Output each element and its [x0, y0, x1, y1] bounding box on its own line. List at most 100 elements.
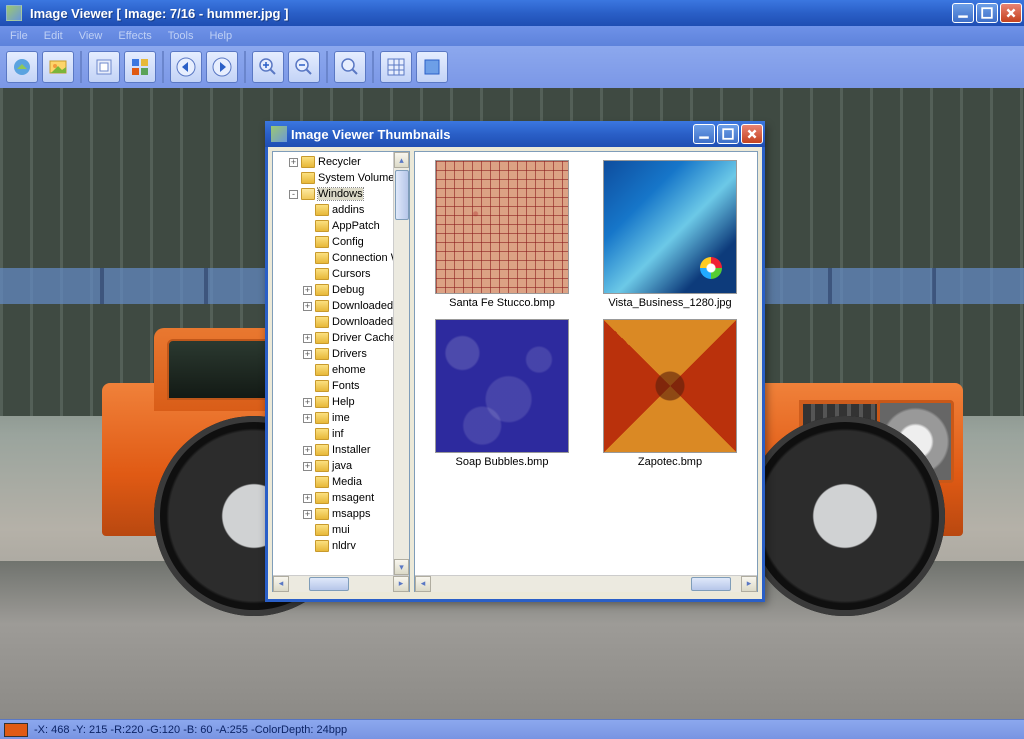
tree-item[interactable]: +Downloaded Installations [275, 298, 391, 314]
thumbs-horizontal-scrollbar[interactable]: ◂ ▸ [415, 575, 757, 591]
zoom-out-button[interactable] [288, 51, 320, 83]
menu-tools[interactable]: Tools [162, 28, 200, 44]
expand-icon[interactable]: + [303, 286, 312, 295]
folder-icon [315, 380, 329, 392]
scroll-right-icon[interactable]: ▸ [741, 576, 757, 592]
tree-item-label: Downloaded Program Files [332, 316, 393, 328]
tree-item[interactable]: +Drivers [275, 346, 391, 362]
folder-icon [315, 348, 329, 360]
menu-bar: File Edit View Effects Tools Help [0, 26, 1024, 46]
menu-view[interactable]: View [73, 28, 109, 44]
fullscreen-button[interactable] [416, 51, 448, 83]
expand-icon[interactable]: + [303, 510, 312, 519]
scroll-down-icon[interactable]: ▾ [394, 559, 409, 575]
expand-icon[interactable]: + [303, 462, 312, 471]
main-title-bar: Image Viewer [ Image: 7/16 - hummer.jpg … [0, 0, 1024, 26]
minimize-button[interactable] [952, 3, 974, 23]
tree-item[interactable]: AppPatch [275, 218, 391, 234]
zoom-in-button[interactable] [252, 51, 284, 83]
arrow-left-icon [176, 57, 196, 77]
tree-item-label: Config [332, 236, 364, 248]
scroll-right-icon[interactable]: ▸ [393, 576, 409, 592]
tree-item[interactable]: addins [275, 202, 391, 218]
expand-icon[interactable]: + [303, 334, 312, 343]
thumbnails-panel: Santa Fe Stucco.bmpVista_Business_1280.j… [414, 151, 758, 592]
thumbnails-close-button[interactable] [741, 124, 763, 144]
open-button[interactable] [6, 51, 38, 83]
folder-icon [315, 236, 329, 248]
tree-item[interactable]: +ime [275, 410, 391, 426]
thumbnails-grid[interactable]: Santa Fe Stucco.bmpVista_Business_1280.j… [415, 152, 757, 575]
next-button[interactable] [206, 51, 238, 83]
tree-item[interactable]: nldrv [275, 538, 391, 554]
scroll-thumb[interactable] [395, 170, 409, 220]
image-viewport[interactable]: Image Viewer Thumbnails +RecyclerSystem … [0, 88, 1024, 719]
menu-effects[interactable]: Effects [112, 28, 157, 44]
tree-item[interactable]: Media [275, 474, 391, 490]
folder-icon [315, 476, 329, 488]
tree-item[interactable]: +msagent [275, 490, 391, 506]
maximize-button[interactable] [976, 3, 998, 23]
tree-item-label: Cursors [332, 268, 371, 280]
prev-button[interactable] [170, 51, 202, 83]
tree-item[interactable]: +Driver Cache [275, 330, 391, 346]
expand-icon[interactable]: + [303, 302, 312, 311]
zoom-reset-button[interactable] [334, 51, 366, 83]
magnifier-icon [340, 57, 360, 77]
folder-tree[interactable]: +RecyclerSystem Volume Information-Windo… [273, 152, 393, 575]
tree-item[interactable]: inf [275, 426, 391, 442]
expand-icon[interactable]: + [303, 494, 312, 503]
expand-icon[interactable]: + [303, 350, 312, 359]
tree-item[interactable]: +Recycler [275, 154, 391, 170]
collapse-icon[interactable]: - [289, 190, 298, 199]
scroll-up-icon[interactable]: ▴ [394, 152, 409, 168]
app-icon [6, 5, 22, 21]
tree-item[interactable]: Connection Wizard [275, 250, 391, 266]
expand-icon[interactable]: + [303, 414, 312, 423]
expand-icon[interactable]: + [303, 446, 312, 455]
window-title: Image Viewer [ Image: 7/16 - hummer.jpg … [26, 6, 952, 21]
scroll-left-icon[interactable]: ◂ [273, 576, 289, 592]
tree-item[interactable]: Downloaded Program Files [275, 314, 391, 330]
tree-item[interactable]: ehome [275, 362, 391, 378]
zoom-out-icon [294, 57, 314, 77]
pictures-button[interactable] [42, 51, 74, 83]
grid-view-button[interactable] [380, 51, 412, 83]
thumbnail-item[interactable]: Soap Bubbles.bmp [423, 319, 581, 468]
expand-icon[interactable]: + [289, 158, 298, 167]
tree-item[interactable]: System Volume Information [275, 170, 391, 186]
tree-item[interactable]: -Windows [275, 186, 391, 202]
folder-icon [315, 364, 329, 376]
menu-help[interactable]: Help [203, 28, 238, 44]
thumbnail-item[interactable]: Zapotec.bmp [591, 319, 749, 468]
menu-edit[interactable]: Edit [38, 28, 69, 44]
scroll-thumb[interactable] [309, 577, 349, 591]
status-bar: -X: 468 -Y: 215 -R:220 -G:120 -B: 60 -A:… [0, 719, 1024, 739]
tree-item[interactable]: Config [275, 234, 391, 250]
thumbnails-title-bar[interactable]: Image Viewer Thumbnails [265, 121, 765, 147]
thumbnail-item[interactable]: Santa Fe Stucco.bmp [423, 160, 581, 309]
thumbnail-item[interactable]: Vista_Business_1280.jpg [591, 160, 749, 309]
menu-file[interactable]: File [4, 28, 34, 44]
tree-item[interactable]: Fonts [275, 378, 391, 394]
tree-item[interactable]: +Help [275, 394, 391, 410]
thumbnails-maximize-button[interactable] [717, 124, 739, 144]
scroll-thumb[interactable] [691, 577, 731, 591]
tree-item[interactable]: mui [275, 522, 391, 538]
tree-vertical-scrollbar[interactable]: ▴ ▾ [393, 152, 409, 575]
thumbnails-button[interactable] [124, 51, 156, 83]
thumbnails-minimize-button[interactable] [693, 124, 715, 144]
close-button[interactable] [1000, 3, 1022, 23]
tree-item[interactable]: +Installer [275, 442, 391, 458]
folder-icon [315, 332, 329, 344]
expand-icon[interactable]: + [303, 398, 312, 407]
tree-spacer [303, 542, 312, 551]
scroll-left-icon[interactable]: ◂ [415, 576, 431, 592]
fit-button[interactable] [88, 51, 120, 83]
tree-item[interactable]: +Debug [275, 282, 391, 298]
tree-item[interactable]: +msapps [275, 506, 391, 522]
tree-horizontal-scrollbar[interactable]: ◂ ▸ [273, 575, 409, 591]
tree-item[interactable]: Cursors [275, 266, 391, 282]
toolbar [0, 46, 1024, 88]
tree-item[interactable]: +java [275, 458, 391, 474]
